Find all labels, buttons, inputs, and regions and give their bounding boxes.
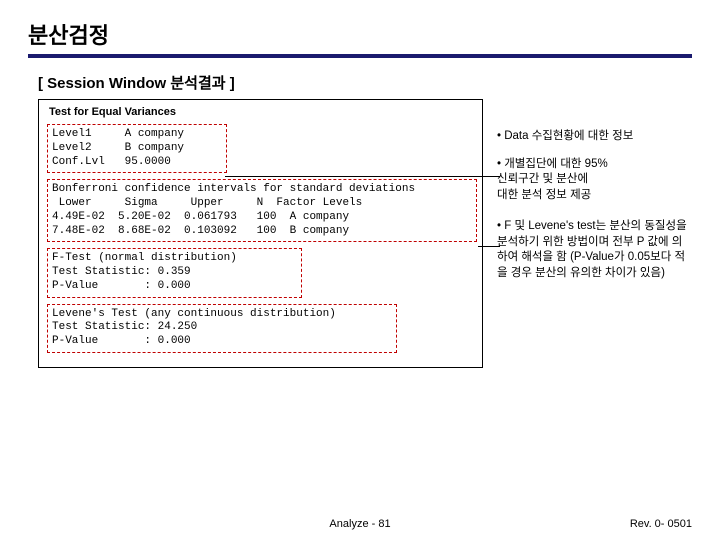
note-test-explain: • F 및 Levene's test는 분산의 동질성을 분석하기 위한 방법… <box>497 219 691 281</box>
footer: Analyze - 81 Rev. 0- 0501 <box>0 518 720 530</box>
note-group-ci: • 개별집단에 대한 95% 신뢰구간 및 분산에 대한 분석 정보 제공 <box>497 157 691 204</box>
connector-1 <box>225 176 500 177</box>
subheader: [ Session Window 분석결과 ] <box>38 72 692 93</box>
block-ftest: F-Test (normal distribution) Test Statis… <box>47 248 302 297</box>
session-window-box: Test for Equal Variances Level1 A compan… <box>38 99 483 368</box>
connector-2 <box>478 246 500 247</box>
page-title: 분산검정 <box>28 18 692 50</box>
session-heading: Test for Equal Variances <box>49 106 474 118</box>
block-bonferroni: Bonferroni confidence intervals for stan… <box>47 179 477 242</box>
footer-center: Analyze - 81 <box>329 518 390 530</box>
footer-right: Rev. 0- 0501 <box>630 518 692 530</box>
content-row: Test for Equal Variances Level1 A compan… <box>38 99 692 368</box>
block-levels: Level1 A company Level2 B company Conf.L… <box>47 124 227 173</box>
block-levene: Levene's Test (any continuous distributi… <box>47 304 397 353</box>
title-rule <box>28 54 692 58</box>
notes-column: • Data 수집현황에 대한 정보 • 개별집단에 대한 95% 신뢰구간 및… <box>491 99 691 368</box>
note-data-info: • Data 수집현황에 대한 정보 <box>497 129 691 145</box>
